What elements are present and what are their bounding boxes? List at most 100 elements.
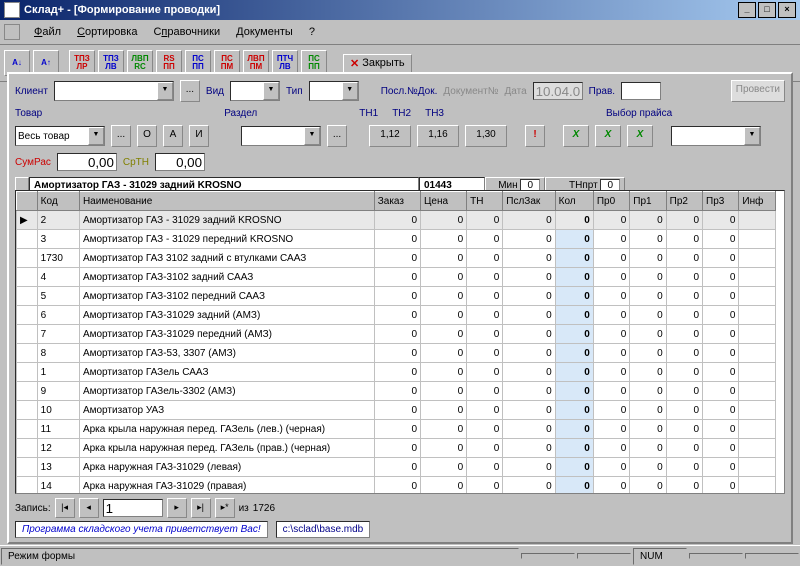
a-button[interactable]: А <box>163 125 183 147</box>
db-path: c:\sclad\base.mdb <box>276 521 371 538</box>
col-7[interactable]: Кол <box>555 192 593 211</box>
label-tip: Тип <box>286 86 303 97</box>
menu-ref[interactable]: Справочники <box>145 24 228 40</box>
label-tn3: TH3 <box>425 108 444 119</box>
table-row[interactable]: 14Арка наружная ГАЗ-31029 (правая)000000… <box>17 477 776 494</box>
col-5[interactable]: ТН <box>467 192 503 211</box>
col-10[interactable]: Пр2 <box>666 192 702 211</box>
srtn-field[interactable] <box>155 153 205 171</box>
tn1-value[interactable]: 1,12 <box>369 125 411 147</box>
total-records: 1726 <box>253 503 275 514</box>
nav-last[interactable]: ▸| <box>191 498 211 518</box>
razdel-combo[interactable]: ▼ <box>241 126 321 146</box>
vid-combo[interactable]: ▼ <box>230 81 280 101</box>
col-2[interactable]: Наименование <box>79 192 374 211</box>
client-lookup-button[interactable]: ... <box>180 80 200 102</box>
label-srtn: СрТН <box>123 157 149 168</box>
excel-button-1[interactable]: X <box>563 125 589 147</box>
i-button[interactable]: И <box>189 125 209 147</box>
nav-prev[interactable]: ◂ <box>79 498 99 518</box>
prov-field[interactable] <box>621 82 661 100</box>
warn-button[interactable]: ! <box>525 125 545 147</box>
pricesel-combo[interactable]: ▼ <box>671 126 761 146</box>
toolbar-close-button[interactable]: ✕ Закрыть <box>343 54 412 73</box>
table-row[interactable]: 13Арка наружная ГАЗ-31029 (левая)0000000… <box>17 458 776 477</box>
form-panel: Клиент ▼ ... Вид ▼ Тип ▼ Посл.№Док. Доку… <box>7 72 793 544</box>
close-x-icon: ✕ <box>350 57 359 70</box>
menubar: Файл Сортировка Справочники Документы ? <box>0 20 800 45</box>
label-posldok: Посл.№Док. <box>381 86 438 97</box>
menu-help[interactable]: ? <box>301 24 323 40</box>
col-0[interactable] <box>17 192 38 211</box>
label-tn2: TH2 <box>392 108 411 119</box>
data-grid[interactable]: КодНаименованиеЗаказЦенаТНПслЗакКолПр0Пр… <box>15 190 785 494</box>
label-tovar: Товар <box>15 108 42 119</box>
table-row[interactable]: 12Арка крыла наружная перед. ГАЗель (пра… <box>17 439 776 458</box>
excel-button-2[interactable]: X <box>595 125 621 147</box>
status-num: NUM <box>633 548 687 565</box>
col-11[interactable]: Пр3 <box>703 192 739 211</box>
col-3[interactable]: Заказ <box>374 192 420 211</box>
date-field <box>533 82 583 100</box>
recno-field[interactable] <box>103 499 163 517</box>
table-row[interactable]: 1730Амортизатор ГАЗ 3102 задний с втулка… <box>17 249 776 268</box>
status-mode: Режим формы <box>1 548 519 565</box>
statusbar: Режим формы NUM <box>0 545 800 566</box>
tn3-value[interactable]: 1,30 <box>465 125 507 147</box>
label-vid: Вид <box>206 86 224 97</box>
nav-first[interactable]: |◂ <box>55 498 75 518</box>
app-window: Склад+ - [Формирование проводки] _ □ × Ф… <box>0 0 800 566</box>
menu-file[interactable]: Файл <box>26 24 69 40</box>
window-title: Склад+ - [Формирование проводки] <box>24 4 220 16</box>
table-row[interactable]: 4Амортизатор ГАЗ-3102 задний СААЗ0000000… <box>17 268 776 287</box>
table-row[interactable]: 10Амортизатор УАЗ000000000 <box>17 401 776 420</box>
col-9[interactable]: Пр1 <box>630 192 666 211</box>
table-row[interactable]: 11Арка крыла наружная перед. ГАЗель (лев… <box>17 420 776 439</box>
titlebar: Склад+ - [Формирование проводки] _ □ × <box>0 0 800 20</box>
col-12[interactable]: Инф <box>739 192 776 211</box>
col-4[interactable]: Цена <box>421 192 467 211</box>
tip-combo[interactable]: ▼ <box>309 81 359 101</box>
tovar-combo[interactable]: Весь товар▼ <box>15 126 105 146</box>
label-client: Клиент <box>15 86 48 97</box>
menu-docs[interactable]: Документы <box>228 24 301 40</box>
col-1[interactable]: Код <box>37 192 79 211</box>
razdel-lookup-button[interactable]: ... <box>327 125 347 147</box>
label-date: Дата <box>504 86 526 97</box>
client-combo[interactable]: ▼ <box>54 81 174 101</box>
col-8[interactable]: Пр0 <box>593 192 629 211</box>
minimize-button[interactable]: _ <box>738 2 756 18</box>
tn2-value[interactable]: 1,16 <box>417 125 459 147</box>
table-row[interactable]: 3Амортизатор ГАЗ - 31029 передний KROSNO… <box>17 230 776 249</box>
nav-next[interactable]: ▸ <box>167 498 187 518</box>
close-button[interactable]: × <box>778 2 796 18</box>
label-tn1: TH1 <box>359 108 378 119</box>
col-6[interactable]: ПслЗак <box>503 192 555 211</box>
label-sumras: СумРас <box>15 157 51 168</box>
menu-sort[interactable]: Сортировка <box>69 24 145 40</box>
label-pricesel: Выбор прайса <box>606 108 672 119</box>
app-icon <box>4 2 20 18</box>
maximize-button[interactable]: □ <box>758 2 776 18</box>
sumras-field[interactable] <box>57 153 117 171</box>
table-row[interactable]: 6Амортизатор ГАЗ-31029 задний (АМЗ)00000… <box>17 306 776 325</box>
label-prov: Прав. <box>589 86 615 97</box>
table-row[interactable]: 8Амортизатор ГАЗ-53, 3307 (АМЗ)000000000 <box>17 344 776 363</box>
inner-status: Программа складского учета приветствует … <box>15 521 785 538</box>
nav-new[interactable]: ▸* <box>215 498 235 518</box>
welcome-msg: Программа складского учета приветствует … <box>15 521 268 538</box>
provesti-button: Провести <box>731 80 785 102</box>
excel-button-3[interactable]: X <box>627 125 653 147</box>
record-nav: Запись: |◂ ◂ ▸ ▸| ▸* из 1726 <box>15 498 785 518</box>
label-docno: Документ№ <box>443 86 498 97</box>
table-row[interactable]: 1Амортизатор ГАЗель СААЗ000000000 <box>17 363 776 382</box>
tovar-lookup-button[interactable]: ... <box>111 125 131 147</box>
table-row[interactable]: 9Амортизатор ГАЗель-3302 (АМЗ)000000000 <box>17 382 776 401</box>
o-button[interactable]: О <box>137 125 157 147</box>
table-row[interactable]: ▶2Амортизатор ГАЗ - 31029 задний KROSNO0… <box>17 211 776 230</box>
table-row[interactable]: 5Амортизатор ГАЗ-3102 передний СААЗ00000… <box>17 287 776 306</box>
table-row[interactable]: 7Амортизатор ГАЗ-31029 передний (АМЗ)000… <box>17 325 776 344</box>
label-iz: из <box>239 503 249 514</box>
label-zapis: Запись: <box>15 503 51 514</box>
label-razdel: Раздел <box>224 108 257 119</box>
